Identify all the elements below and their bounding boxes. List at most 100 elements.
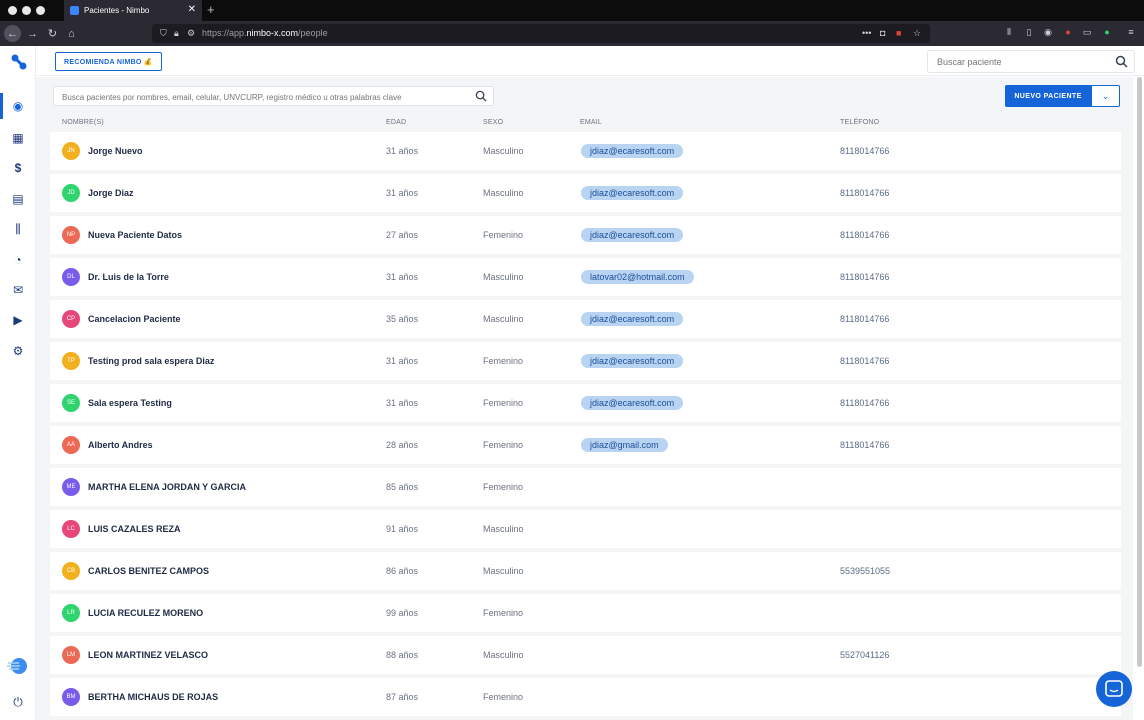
records-icon[interactable]: ▤ <box>10 191 26 207</box>
table-row[interactable]: LC LUIS CAZALES REZA 91 años Masculino <box>50 510 1121 548</box>
patient-phone: 8118014766 <box>840 398 890 408</box>
table-row[interactable]: DL Dr. Luis de la Torre 31 años Masculino la… <box>50 258 1121 296</box>
lock-icon[interactable]: 🔒︎ <box>174 28 179 39</box>
url-text[interactable]: https://app.nimbo-x.com/people <box>202 28 328 38</box>
table-row[interactable]: LR LUCIA RECULEZ MORENO 99 años Femenino <box>50 594 1121 632</box>
patient-sex: Femenino <box>483 482 524 492</box>
back-icon[interactable]: ← <box>4 25 21 42</box>
library-icon[interactable]: ⫴ <box>1003 27 1015 39</box>
url-bar[interactable]: ⛉ 🔒︎ ⚙ https://app.nimbo-x.com/people ••… <box>152 24 930 43</box>
screenshot-icon[interactable]: ▭ <box>1081 27 1093 39</box>
avatar: TP <box>62 352 80 370</box>
page-scrollbar[interactable] <box>1137 77 1142 667</box>
pocket-icon[interactable]: ◘ <box>880 28 885 38</box>
table-row[interactable]: BM BERTHA MICHAUS DE ROJAS 87 años Femenino <box>50 678 1121 716</box>
bookmark-star-icon[interactable]: ☆ <box>913 28 921 39</box>
patient-name[interactable]: Jorge Nuevo <box>88 146 143 156</box>
window-close-dot[interactable] <box>8 6 17 15</box>
patient-name[interactable]: LUIS CAZALES REZA <box>88 524 181 534</box>
patient-name[interactable]: BERTHA MICHAUS DE ROJAS <box>88 692 218 702</box>
patient-age: 85 años <box>386 482 419 492</box>
patient-phone: 8118014766 <box>840 440 890 450</box>
permissions-icon[interactable]: ⚙ <box>187 28 195 39</box>
profile-icon[interactable]: ● <box>1101 27 1113 39</box>
global-search-input[interactable] <box>928 51 1108 72</box>
avatar: LM <box>62 646 80 664</box>
patient-name[interactable]: Testing prod sala espera Diaz <box>88 356 214 366</box>
home-icon[interactable]: ⌂ <box>63 25 80 42</box>
forward-icon[interactable]: → <box>24 25 41 42</box>
patient-name[interactable]: Sala espera Testing <box>88 398 172 408</box>
column-header-age[interactable]: EDAD <box>386 119 406 126</box>
browser-toolbar: ← → ↻ ⌂ ⛉ 🔒︎ ⚙ https://app.nimbo-x.com/p… <box>0 21 1144 46</box>
patient-name[interactable]: Jorge Diaz <box>88 188 134 198</box>
more-actions-icon[interactable]: ••• <box>862 28 871 38</box>
patient-name[interactable]: MARTHA ELENA JORDAN Y GARCIA <box>88 482 246 492</box>
table-row[interactable]: CB CARLOS BENITEZ CAMPOS 86 años Masculino 5… <box>50 552 1121 590</box>
new-tab-icon[interactable]: + <box>207 2 215 17</box>
avatar: AA <box>62 436 80 454</box>
speed-icon[interactable] <box>7 656 29 676</box>
patient-filter-input[interactable] <box>54 88 464 107</box>
sidebar-toggle-icon[interactable]: ▯ <box>1023 27 1035 39</box>
column-header-email[interactable]: EMAIL <box>580 119 602 126</box>
patient-name[interactable]: LEON MARTINEZ VELASCO <box>88 650 208 660</box>
patient-sex: Masculino <box>483 146 524 156</box>
new-patient-button[interactable]: NUEVO PACIENTE <box>1005 85 1091 107</box>
table-row[interactable]: TP Testing prod sala espera Diaz 31 años Fe… <box>50 342 1121 380</box>
table-row[interactable]: NP Nueva Paciente Datos 27 años Femenino jdi… <box>50 216 1121 254</box>
search-icon[interactable] <box>1115 55 1128 68</box>
calendar-icon[interactable]: ▦ <box>10 130 26 146</box>
reports-icon[interactable]: ⫼ <box>10 221 26 237</box>
account-icon[interactable]: ◉ <box>1042 27 1054 39</box>
avatar: CP <box>62 310 80 328</box>
table-row[interactable]: AA Alberto Andres 28 años Femenino jdiaz@gma… <box>50 426 1121 464</box>
marketing-icon[interactable]: ◔ <box>10 252 26 268</box>
table-row[interactable]: JD Jorge Diaz 31 años Masculino jdiaz@ecares… <box>50 174 1121 212</box>
window-maximize-dot[interactable] <box>36 6 45 15</box>
patient-name[interactable]: Dr. Luis de la Torre <box>88 272 169 282</box>
patient-sex: Femenino <box>483 230 524 240</box>
patient-name[interactable]: CARLOS BENITEZ CAMPOS <box>88 566 209 576</box>
messages-icon[interactable]: ✉ <box>10 282 26 298</box>
filter-search-icon[interactable] <box>475 90 487 102</box>
column-header-phone[interactable]: TELÉFONO <box>840 119 879 126</box>
chat-launcher-button[interactable] <box>1096 671 1132 707</box>
patient-phone: 8118014766 <box>840 188 890 198</box>
table-row[interactable]: SE Sala espera Testing 31 años Femenino jdia… <box>50 384 1121 422</box>
billing-icon[interactable]: $ <box>10 160 26 176</box>
new-patient-dropdown-chevron-icon[interactable]: ⌄ <box>1091 85 1120 107</box>
patient-age: 91 años <box>386 524 419 534</box>
patient-sex: Masculino <box>483 566 524 576</box>
patient-age: 28 años <box>386 440 419 450</box>
sidebar-active-indicator <box>0 93 3 119</box>
extension-icon[interactable]: ■ <box>896 28 901 38</box>
column-header-name[interactable]: NOMBRE(S) <box>62 119 104 126</box>
patients-icon[interactable]: ◉ <box>10 98 26 114</box>
column-header-sex[interactable]: SEXO <box>483 119 503 126</box>
table-row[interactable]: ME MARTHA ELENA JORDAN Y GARCIA 85 años Fem… <box>50 468 1121 506</box>
patient-sex: Femenino <box>483 608 524 618</box>
recommend-nimbo-button[interactable]: RECOMIENDA NIMBO 💰 <box>55 52 162 71</box>
notifications-icon[interactable]: ● <box>1062 27 1074 39</box>
patient-name[interactable]: Cancelacion Paciente <box>88 314 181 324</box>
settings-icon[interactable]: ⚙ <box>10 343 26 359</box>
window-minimize-dot[interactable] <box>22 6 31 15</box>
app: ◉ ▦ $ ▤ ⫼ ◔ ✉ ▶ ⚙ ⏻ RECOMIENDA NIMBO 💰 B… <box>0 46 1144 720</box>
nimbo-logo-icon[interactable] <box>10 53 28 71</box>
patient-name[interactable]: Nueva Paciente Datos <box>88 230 182 240</box>
logout-power-icon[interactable]: ⏻ <box>10 694 26 710</box>
patient-name[interactable]: LUCIA RECULEZ MORENO <box>88 608 203 618</box>
video-icon[interactable]: ▶ <box>10 312 26 328</box>
table-row[interactable]: LM LEON MARTINEZ VELASCO 88 años Masculino 5… <box>50 636 1121 674</box>
patient-name[interactable]: Alberto Andres <box>88 440 153 450</box>
tab-close-icon[interactable]: ✕ <box>188 4 196 15</box>
menu-icon[interactable]: ≡ <box>1125 27 1137 39</box>
table-row[interactable]: CP Cancelacion Paciente 35 años Masculino jd… <box>50 300 1121 338</box>
reload-icon[interactable]: ↻ <box>44 25 61 42</box>
browser-tab[interactable]: Pacientes - Nimbo ✕ <box>64 0 202 21</box>
shield-icon[interactable]: ⛉ <box>160 28 167 39</box>
table-row[interactable]: JN Jorge Nuevo 31 años Masculino jdiaz@ecare… <box>50 132 1121 170</box>
patient-age: 31 años <box>386 188 419 198</box>
avatar: LC <box>62 520 80 538</box>
